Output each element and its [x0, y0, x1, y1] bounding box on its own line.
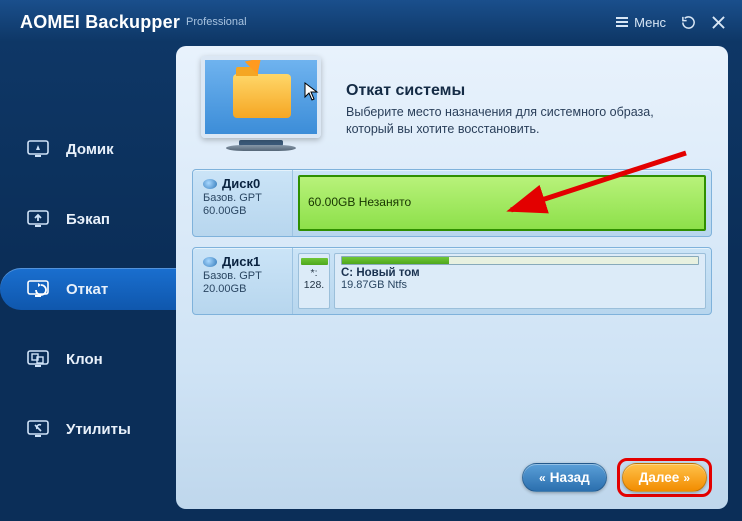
app-window: AOMEI Backupper Professional Менс Домик — [0, 0, 742, 521]
partition-label: 60.00GB Незанято — [308, 195, 696, 209]
backup-icon — [26, 208, 54, 230]
sidebar-item-utilities[interactable]: Утилиты — [0, 408, 176, 450]
cursor-icon — [304, 82, 320, 102]
back-label: Назад — [550, 470, 590, 485]
disk-type: Базов. GPT — [203, 270, 286, 282]
sidebar-item-label: Домик — [66, 141, 114, 158]
annotation-highlight: Далее » — [617, 458, 712, 497]
disk-panel-1[interactable]: Диск1 Базов. GPT 20.00GB *: 128. — [192, 247, 712, 315]
sidebar-item-home[interactable]: Домик — [0, 128, 176, 170]
hero-illustration — [196, 56, 326, 161]
partition-c[interactable]: C: Новый том 19.87GB Ntfs — [334, 253, 706, 309]
folder-icon — [233, 74, 291, 118]
back-button[interactable]: « Назад — [522, 463, 607, 492]
next-button[interactable]: Далее » — [622, 463, 707, 492]
titlebar: AOMEI Backupper Professional Менс — [0, 0, 742, 40]
sidebar: Домик Бэкап Откат Клон — [0, 40, 176, 521]
disk-icon — [203, 179, 217, 189]
brand-edition: Professional — [186, 16, 247, 28]
disk-panel-0[interactable]: Диск0 Базов. GPT 60.00GB 60.00GB Незанят… — [192, 169, 712, 237]
partition-name: C: Новый том — [341, 267, 699, 279]
sidebar-item-restore[interactable]: Откат — [0, 268, 176, 310]
menu-button[interactable]: Менс — [616, 15, 666, 30]
chevron-right-icon: » — [683, 471, 690, 485]
sidebar-item-label: Откат — [66, 281, 108, 298]
sidebar-item-clone[interactable]: Клон — [0, 338, 176, 380]
sidebar-item-label: Утилиты — [66, 421, 131, 438]
partition-small-label2: 128. — [304, 279, 324, 291]
partition-system-reserved[interactable]: *: 128. — [298, 253, 330, 309]
next-label: Далее — [639, 470, 680, 485]
sidebar-item-label: Клон — [66, 351, 103, 368]
menu-label: Менс — [634, 15, 666, 30]
clone-icon — [26, 348, 54, 370]
disk-name: Диск0 — [222, 176, 260, 191]
brand-name: AOMEI Backupper — [20, 12, 180, 33]
home-icon — [26, 138, 54, 160]
disk-size: 60.00GB — [203, 205, 286, 217]
disk-name: Диск1 — [222, 254, 260, 269]
partition-small-label1: *: — [310, 267, 317, 279]
footer: « Назад Далее » — [522, 458, 712, 497]
utilities-icon — [26, 418, 54, 440]
main-panel: Откат системы Выберите место назначения … — [176, 46, 728, 509]
refresh-icon[interactable] — [680, 14, 696, 30]
partition-detail: 19.87GB Ntfs — [341, 279, 699, 291]
chevron-left-icon: « — [539, 471, 546, 485]
hamburger-icon — [616, 17, 628, 27]
disk-icon — [203, 257, 217, 267]
disk-type: Базов. GPT — [203, 192, 286, 204]
disk-size: 20.00GB — [203, 283, 286, 295]
disk-info: Диск0 Базов. GPT 60.00GB — [193, 170, 293, 236]
disk-info: Диск1 Базов. GPT 20.00GB — [193, 248, 293, 314]
sidebar-item-backup[interactable]: Бэкап — [0, 198, 176, 240]
page-title: Откат системы — [346, 82, 696, 100]
sidebar-item-label: Бэкап — [66, 211, 110, 228]
partition-unallocated[interactable]: 60.00GB Незанято — [298, 175, 706, 231]
page-description: Выберите место назначения для системного… — [346, 104, 696, 138]
restore-icon — [26, 278, 54, 300]
close-icon[interactable] — [710, 14, 726, 30]
